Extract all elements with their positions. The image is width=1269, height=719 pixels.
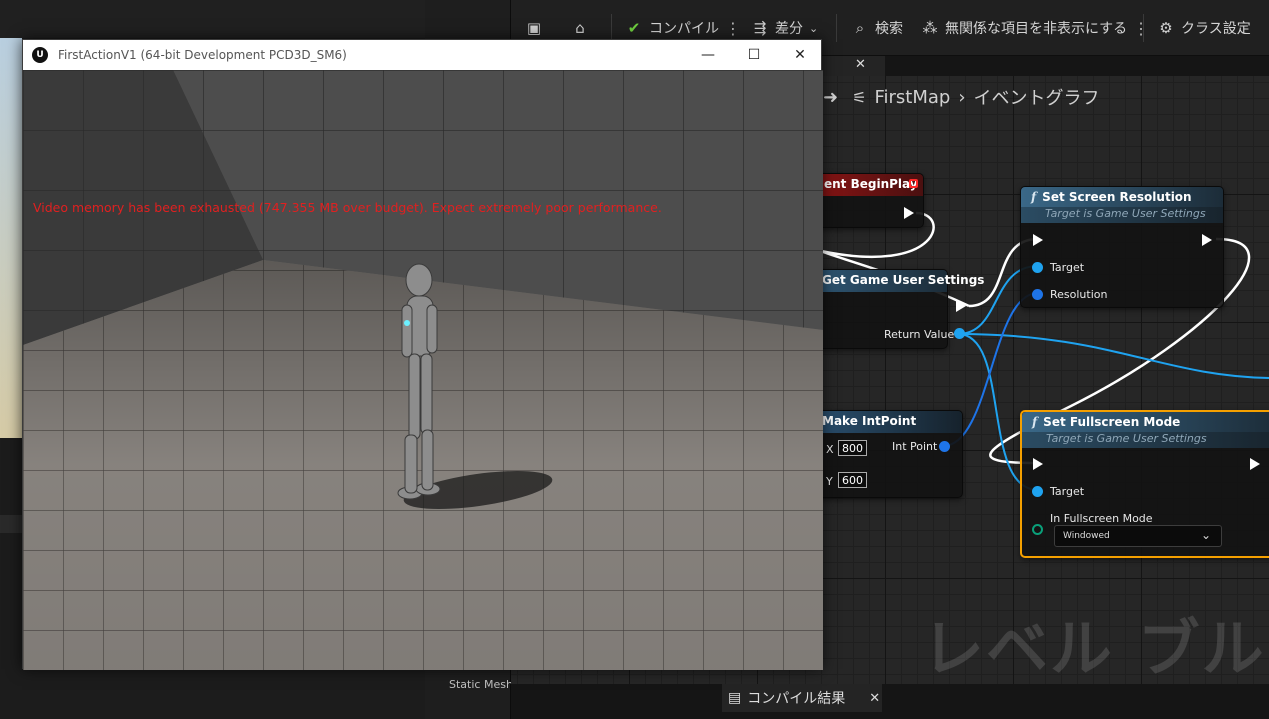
diff-label: 差分 xyxy=(775,21,803,37)
hide-options-icon[interactable]: ⋮ xyxy=(1133,19,1149,38)
fullscreen-mode-value: Windowed xyxy=(1063,531,1110,541)
exec-out-pin[interactable] xyxy=(1202,234,1212,246)
graph-watermark: レベル ブルー xyxy=(922,612,1269,685)
compile-label: コンパイル xyxy=(649,21,719,37)
return-value-pin[interactable] xyxy=(954,328,965,339)
get-game-user-settings-node[interactable]: Get Game User Settings Return Value xyxy=(811,269,984,349)
class-settings-label: クラス設定 xyxy=(1181,21,1251,37)
node-header: f Set Fullscreen Mode xyxy=(1022,412,1269,434)
target-label: Target xyxy=(1050,261,1085,274)
game-window-title: FirstActionV1 (64-bit Development PCD3D_… xyxy=(58,48,347,62)
node-title: Set Fullscreen Mode xyxy=(1043,415,1181,429)
function-icon: f xyxy=(1031,190,1037,204)
toolbar-separator xyxy=(1143,14,1144,42)
chevron-down-icon: ⌄ xyxy=(1200,528,1211,542)
int-point-label: Int Point xyxy=(892,440,938,453)
compile-button[interactable]: ✔ コンパイル ⋮ xyxy=(625,17,741,39)
return-value-label: Return Value xyxy=(884,328,955,341)
node-title: ent BeginPlay xyxy=(812,174,923,196)
minimize-button[interactable]: — xyxy=(685,40,731,70)
back-arrow-icon[interactable]: ➜ xyxy=(823,87,838,108)
resolution-label: Resolution xyxy=(1050,288,1108,301)
exec-out-pin[interactable] xyxy=(956,300,966,312)
compile-options-icon[interactable]: ⋮ xyxy=(725,19,741,38)
static-mesh-label: Static Mesh xyxy=(449,678,513,691)
y-label: Y xyxy=(826,475,833,488)
save-icon: ▣ xyxy=(526,19,542,37)
game-viewport[interactable]: Video memory has been exhausted (747.355… xyxy=(23,70,823,670)
class-settings-button[interactable]: ⚙ クラス設定 xyxy=(1157,17,1251,39)
y-input[interactable]: 600 xyxy=(838,472,867,488)
editor-panel-bar xyxy=(0,515,22,533)
fullscreen-mode-dropdown[interactable]: Windowed ⌄ xyxy=(1054,525,1222,547)
graph-hierarchy-icon: ⚟ xyxy=(852,87,867,107)
breadcrumb-map[interactable]: FirstMap xyxy=(874,87,950,108)
unreal-logo-icon: U xyxy=(32,47,48,63)
node-header: f Set Screen Resolution xyxy=(1021,187,1223,209)
x-label: X xyxy=(826,443,834,456)
compile-results-icon: ▤ xyxy=(728,690,742,706)
target-pin[interactable] xyxy=(1032,486,1043,497)
exec-out-pin[interactable] xyxy=(904,207,914,219)
gear-icon: ⚙ xyxy=(1159,19,1173,37)
diff-button[interactable]: ⇶ 差分 ⌄ xyxy=(751,17,819,39)
game-window-titlebar[interactable]: U FirstActionV1 (64-bit Development PCD3… xyxy=(23,40,821,70)
editor-level-viewport[interactable] xyxy=(0,38,22,438)
graph-breadcrumb: ➜ ⚟ FirstMap › イベントグラフ xyxy=(823,84,1100,110)
fullscreen-mode-label: In Fullscreen Mode xyxy=(1050,512,1153,525)
delegate-pin-icon[interactable] xyxy=(909,179,918,188)
target-pin[interactable] xyxy=(1032,262,1043,273)
target-label: Target xyxy=(1050,485,1085,498)
diff-icon: ⇶ xyxy=(753,19,767,37)
node-title: Make IntPoint xyxy=(812,411,962,433)
browse-button[interactable]: ⌂ xyxy=(571,17,589,39)
set-fullscreen-mode-node[interactable]: f Set Fullscreen Mode Target is Game User… xyxy=(1020,410,1269,558)
hide-unrelated-button[interactable]: ⁂ 無関係な項目を非表示にする ⋮ xyxy=(921,17,1150,39)
make-intpoint-node[interactable]: Make IntPoint X 800 Y 600 Int Point xyxy=(811,410,963,498)
game-scene xyxy=(23,70,823,670)
save-button[interactable]: ▣ xyxy=(525,17,543,39)
compile-results-tab[interactable]: ▤ コンパイル結果 ✕ xyxy=(722,684,882,712)
compile-check-icon: ✔ xyxy=(627,19,641,37)
hide-unrelated-icon: ⁂ xyxy=(922,19,938,37)
object-wire xyxy=(957,333,1269,379)
node-title: Get Game User Settings xyxy=(812,270,984,292)
hide-unrelated-label: 無関係な項目を非表示にする xyxy=(945,21,1128,37)
compile-results-label: コンパイル結果 xyxy=(747,691,846,707)
video-memory-warning: Video memory has been exhausted (747.355… xyxy=(33,200,662,215)
toolbar-separator xyxy=(611,14,612,42)
close-icon[interactable]: ✕ xyxy=(855,57,866,72)
exec-in-pin[interactable] xyxy=(1033,458,1043,470)
node-subtitle: Target is Game User Settings xyxy=(1022,432,1269,448)
game-window[interactable]: U FirstActionV1 (64-bit Development PCD3… xyxy=(22,39,823,670)
bottom-panel-bar xyxy=(511,684,1269,719)
maximize-button[interactable]: ☐ xyxy=(731,40,777,70)
search-label: 検索 xyxy=(875,21,903,37)
x-input[interactable]: 800 xyxy=(838,440,867,456)
function-icon: f xyxy=(1032,415,1038,429)
editor-left-toolbar xyxy=(0,0,425,38)
set-screen-resolution-node[interactable]: f Set Screen Resolution Target is Game Us… xyxy=(1020,186,1224,308)
node-subtitle: Target is Game User Settings xyxy=(1021,207,1223,223)
chevron-down-icon: ⌄ xyxy=(809,21,819,35)
exec-in-pin[interactable] xyxy=(1033,234,1043,246)
chevron-right-icon: › xyxy=(958,86,966,108)
character-light xyxy=(404,320,410,326)
close-icon[interactable]: ✕ xyxy=(869,691,880,706)
event-begin-play-node[interactable]: ent BeginPlay xyxy=(811,173,924,228)
search-icon: ⌕ xyxy=(855,19,865,37)
resolution-pin[interactable] xyxy=(1032,289,1043,300)
node-title: Set Screen Resolution xyxy=(1042,190,1192,204)
int-point-pin[interactable] xyxy=(939,441,950,452)
toolbar-separator xyxy=(836,14,837,42)
folder-icon: ⌂ xyxy=(575,19,585,37)
enum-pin-icon[interactable] xyxy=(1032,524,1043,535)
exec-out-pin[interactable] xyxy=(1250,458,1260,470)
search-button[interactable]: ⌕ 検索 xyxy=(851,17,903,39)
breadcrumb-graph[interactable]: イベントグラフ xyxy=(974,84,1100,110)
close-button[interactable]: ✕ xyxy=(777,40,823,70)
